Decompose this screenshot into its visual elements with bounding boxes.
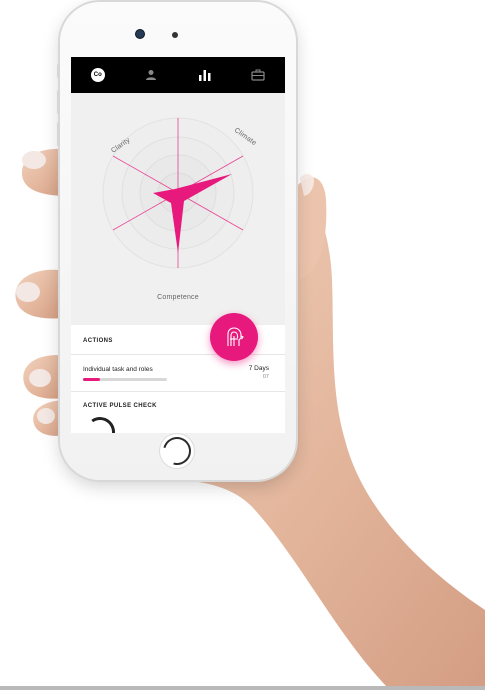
pulse-divider [71,391,285,392]
home-button[interactable] [157,431,197,471]
phone-frame: Co Clarity Climate Competence ACTIONS In… [57,2,296,480]
task-progress-fill [83,378,100,381]
earpiece [172,32,178,38]
radar-chart: Clarity Climate Competence [102,117,258,301]
logo-icon: Co [90,68,105,82]
pulse-spinner-icon [82,414,118,433]
task-label: Individual task and roles [83,366,153,373]
nav-stats[interactable] [187,57,223,93]
app-screen: Co Clarity Climate Competence ACTIONS In… [71,57,285,433]
task-days: 7 Days [248,365,269,372]
axis-label-competence: Competence [157,294,199,301]
pulse-person-icon [227,327,244,346]
pulse-title: ACTIVE PULSE CHECK [83,403,157,409]
task-progress-track [83,378,167,381]
top-navbar: Co [71,57,285,93]
actions-divider [71,354,285,355]
mute-switch [57,64,60,78]
task-sub: 07 [262,374,269,380]
briefcase-icon [251,69,265,81]
volume-up-button [57,90,60,114]
nav-profile[interactable] [133,57,169,93]
axis-label-climate: Climate [233,127,258,147]
nav-work[interactable] [240,57,276,93]
person-icon [146,70,157,80]
bottom-border [0,686,485,690]
bar-chart-icon [198,70,211,81]
actions-title: ACTIONS [83,338,113,344]
volume-down-button [57,122,60,146]
pulse-fab-button[interactable] [210,313,258,361]
front-camera [136,30,144,38]
nav-home[interactable]: Co [80,57,116,93]
home-icon [157,431,197,471]
